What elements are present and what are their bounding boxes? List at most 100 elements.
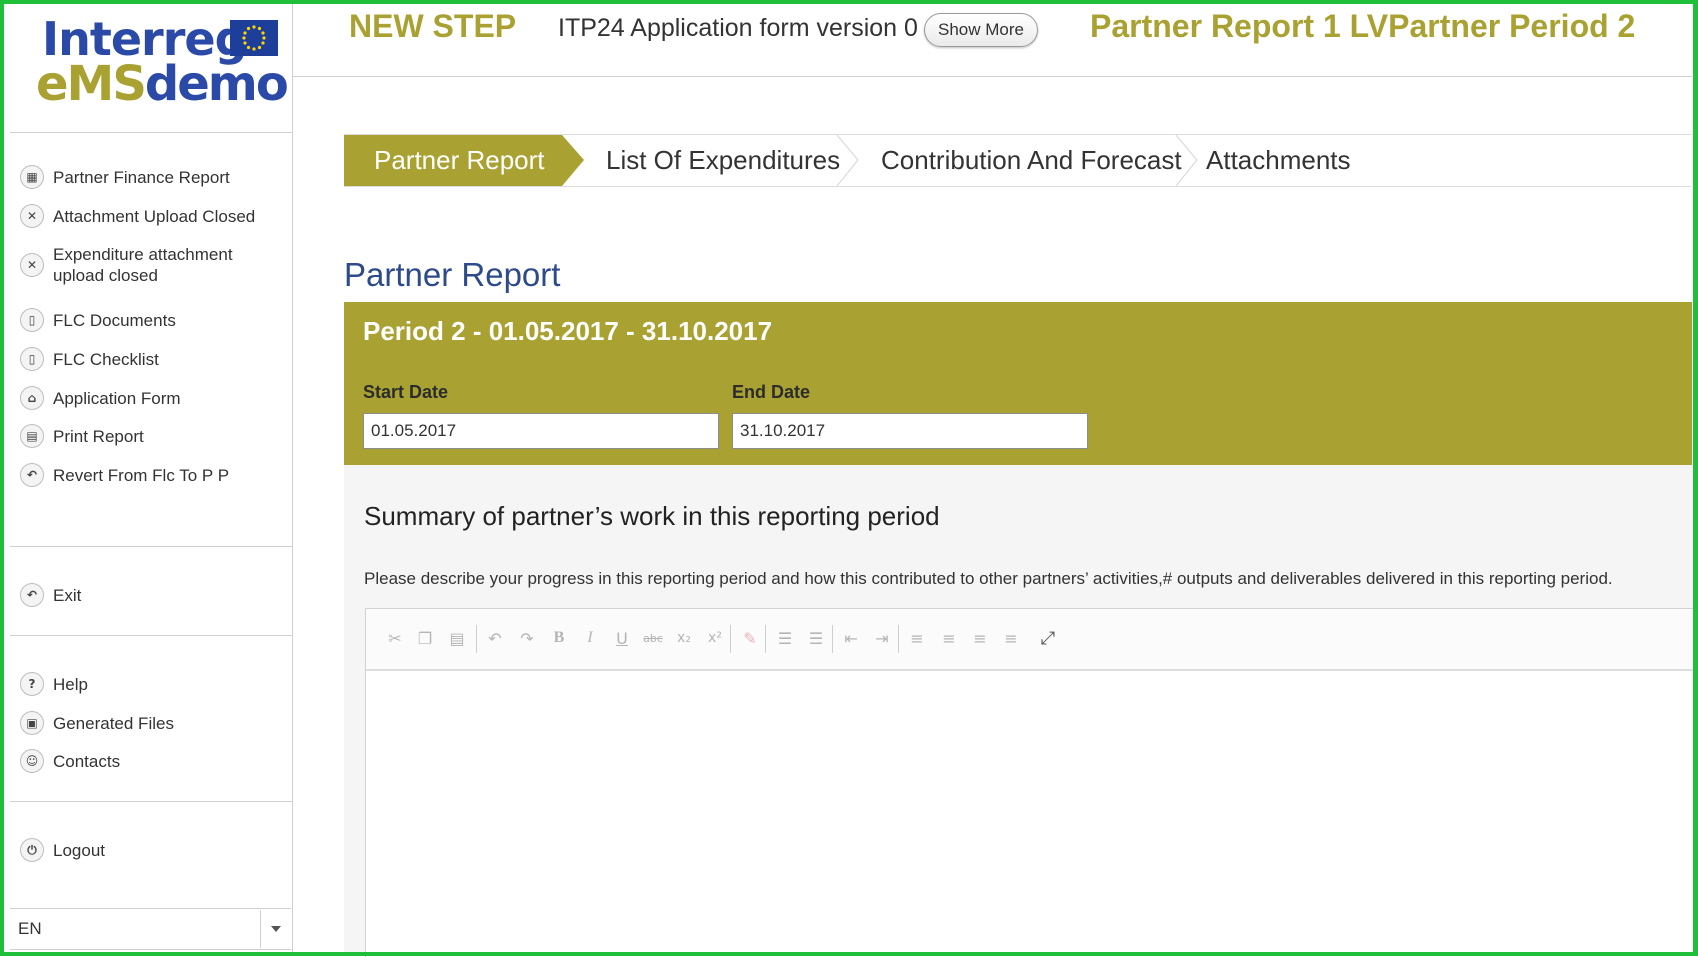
sidebar-divider <box>10 635 292 636</box>
eu-flag-icon <box>230 20 278 56</box>
strikethrough-icon[interactable]: abc <box>642 627 664 649</box>
bold-icon[interactable]: B <box>548 627 570 649</box>
building-icon: ⌂ <box>20 386 44 410</box>
toolbar-separator <box>765 625 766 653</box>
tab-list-of-expenditures[interactable]: List Of Expenditures <box>606 135 840 186</box>
finance-icon: ▦ <box>20 165 44 189</box>
cut-icon[interactable]: ✂ <box>384 627 406 649</box>
redo-icon[interactable]: ↷ <box>516 627 538 649</box>
sidebar-item-label: Logout <box>53 840 105 860</box>
sidebar-item-revert-from-flc[interactable]: ↶ Revert From Flc To P P <box>20 463 290 487</box>
sidebar-item-label: Generated Files <box>53 713 174 733</box>
sidebar-item-label: Help <box>53 674 88 694</box>
tab-contribution-and-forecast[interactable]: Contribution And Forecast <box>881 135 1182 186</box>
toolbar-separator <box>832 625 833 653</box>
tab-partner-report[interactable]: Partner Report <box>344 135 562 186</box>
sidebar: Interreg eMSdemo ▦ Partner Finance Repor… <box>10 4 293 956</box>
start-date-label: Start Date <box>363 382 449 402</box>
app-logo[interactable]: Interreg eMSdemo <box>30 10 290 110</box>
rich-text-editor[interactable]: ✂ ❐ ▤ ↶ ↷ B I U abc x₂ x² ✎ ☰ ☰ ⇤ ⇥ ≡ ≡ … <box>365 608 1693 957</box>
paste-icon[interactable]: ▤ <box>446 627 468 649</box>
superscript-icon[interactable]: x² <box>704 627 726 649</box>
indent-icon[interactable]: ⇥ <box>871 627 893 649</box>
italic-icon[interactable]: I <box>579 627 601 649</box>
sidebar-item-contacts[interactable]: ☺ Contacts <box>20 749 290 773</box>
sidebar-item-print-report[interactable]: ▤ Print Report <box>20 424 290 448</box>
logo-emsdemo: eMSdemo <box>36 56 289 112</box>
sidebar-item-label: Attachment Upload Closed <box>53 206 256 226</box>
sidebar-item-label: Revert From Flc To P P <box>53 465 230 485</box>
tab-arrow <box>562 135 584 186</box>
close-icon: ✕ <box>20 204 44 228</box>
numbered-list-icon[interactable]: ☰ <box>774 627 796 649</box>
sidebar-item-logout[interactable]: ⏻ Logout <box>20 838 290 862</box>
summary-description: Please describe your progress in this re… <box>364 569 1613 588</box>
save-icon: ▣ <box>20 711 44 735</box>
form-version: ITP24 Application form version 0 <box>558 14 918 42</box>
start-date-field[interactable] <box>363 413 719 449</box>
sidebar-item-label: Partner Finance Report <box>53 167 230 187</box>
end-date-field[interactable] <box>732 413 1088 449</box>
align-center-icon[interactable]: ≡ <box>938 627 960 649</box>
tab-separator <box>836 135 859 186</box>
sidebar-item-flc-documents[interactable]: ▯ FLC Documents <box>20 308 290 332</box>
maximize-icon[interactable]: ⤢ <box>1037 627 1059 649</box>
sidebar-item-application-form[interactable]: ⌂ Application Form <box>20 386 290 410</box>
close-icon: ✕ <box>20 253 44 277</box>
outdent-icon[interactable]: ⇤ <box>840 627 862 649</box>
sidebar-item-label: Exit <box>53 585 82 605</box>
end-date-label: End Date <box>732 382 811 402</box>
document-icon: ▯ <box>20 347 44 371</box>
copy-icon[interactable]: ❐ <box>414 627 436 649</box>
sidebar-item-help[interactable]: ? Help <box>20 672 290 696</box>
toolbar-separator <box>898 625 899 653</box>
language-select[interactable]: EN <box>10 908 291 950</box>
chevron-down-icon[interactable] <box>260 910 291 948</box>
align-right-icon[interactable]: ≡ <box>969 627 991 649</box>
show-more-button[interactable]: Show More <box>924 13 1038 47</box>
align-left-icon[interactable]: ≡ <box>906 627 928 649</box>
sidebar-item-attachment-upload-closed[interactable]: ✕ Attachment Upload Closed <box>20 204 290 228</box>
toolbar-separator <box>476 625 477 653</box>
document-icon: ▯ <box>20 308 44 332</box>
help-icon: ? <box>20 672 44 696</box>
tab-label: List Of Expenditures <box>606 145 841 175</box>
sidebar-item-label: FLC Checklist <box>53 349 159 369</box>
undo-icon[interactable]: ↶ <box>484 627 506 649</box>
bulleted-list-icon[interactable]: ☰ <box>805 627 827 649</box>
revert-icon: ↶ <box>20 463 44 487</box>
period-heading: Period 2 - 01.05.2017 - 31.10.2017 <box>363 316 773 346</box>
tab-attachments[interactable]: Attachments <box>1206 135 1351 186</box>
subscript-icon[interactable]: x₂ <box>673 627 695 649</box>
user-icon: ☺ <box>20 749 44 773</box>
power-icon: ⏻ <box>20 838 44 862</box>
tab-label: Attachments <box>1206 145 1351 175</box>
print-icon: ▤ <box>20 424 44 448</box>
sidebar-divider <box>10 132 292 133</box>
summary-panel: Summary of partner’s work in this report… <box>344 465 1693 957</box>
sidebar-item-flc-checklist[interactable]: ▯ FLC Checklist <box>20 347 290 371</box>
sidebar-item-label: Application Form <box>53 388 181 408</box>
remove-format-icon[interactable]: ✎ <box>739 627 761 649</box>
sidebar-item-exit[interactable]: ↶ Exit <box>20 583 290 607</box>
sidebar-item-label: Print Report <box>53 426 144 446</box>
tab-label: Partner Report <box>374 145 545 175</box>
tab-separator <box>1175 135 1198 186</box>
underline-icon[interactable]: U <box>611 627 633 649</box>
report-period-title: Partner Report 1 LVPartner Period 2 <box>1090 8 1636 44</box>
sidebar-item-expenditure-attachment-upload-closed[interactable]: ✕ Expenditure attachment upload closed <box>20 244 290 286</box>
sidebar-item-generated-files[interactable]: ▣ Generated Files <box>20 711 290 735</box>
editor-toolbar: ✂ ❐ ▤ ↶ ↷ B I U abc x₂ x² ✎ ☰ ☰ ⇤ ⇥ ≡ ≡ … <box>366 609 1693 671</box>
summary-title: Summary of partner’s work in this report… <box>364 501 940 531</box>
tab-label: Contribution And Forecast <box>881 145 1182 175</box>
sidebar-item-label: Expenditure attachment upload closed <box>53 245 233 285</box>
language-value: EN <box>18 919 42 938</box>
toolbar-separator <box>730 625 731 653</box>
align-justify-icon[interactable]: ≡ <box>1000 627 1022 649</box>
sidebar-divider <box>10 801 292 802</box>
exit-icon: ↶ <box>20 583 44 607</box>
header-divider <box>292 76 1692 77</box>
period-panel: Period 2 - 01.05.2017 - 31.10.2017 Start… <box>344 302 1692 465</box>
sidebar-item-label: FLC Documents <box>53 310 176 330</box>
sidebar-item-partner-finance-report[interactable]: ▦ Partner Finance Report <box>20 165 290 189</box>
